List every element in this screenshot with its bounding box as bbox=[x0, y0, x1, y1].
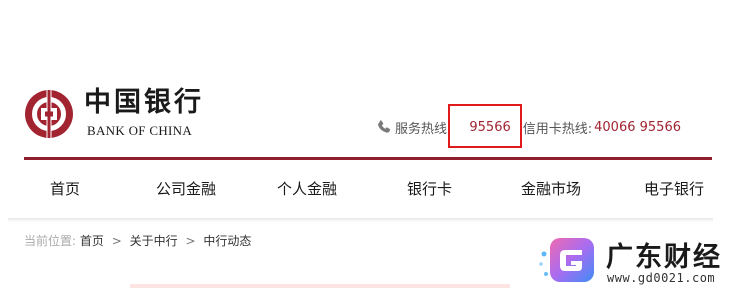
breadcrumb-prefix: 当前位置: bbox=[24, 234, 77, 248]
brand-name-en: BANK OF CHINA bbox=[87, 123, 193, 138]
hotlines: 服务热线: 95566 信用卡热线: 40066 95566 bbox=[376, 117, 681, 137]
watermark-url: www.gd0021.com bbox=[607, 271, 716, 285]
nav-item-personal-banking[interactable]: 个人金融 bbox=[277, 178, 337, 199]
content-top-stripe bbox=[130, 284, 510, 288]
bank-of-china-emblem-icon bbox=[25, 90, 73, 138]
breadcrumb-separator: > bbox=[111, 234, 122, 248]
watermark-name: 广东财经 bbox=[606, 242, 722, 273]
breadcrumb-item-about[interactable]: 关于中行 bbox=[130, 234, 178, 248]
watermark: 广东财经 www.gd0021.com bbox=[538, 232, 734, 288]
breadcrumb-item-news[interactable]: 中行动态 bbox=[203, 234, 251, 248]
phone-icon bbox=[378, 120, 391, 133]
breadcrumb-separator: > bbox=[185, 234, 196, 248]
nav-item-e-banking[interactable]: 电子银行 bbox=[644, 178, 704, 199]
service-hotline-label: 服务热线: bbox=[395, 121, 452, 137]
bank-logo[interactable]: 中国银行 BANK OF CHINA bbox=[24, 88, 214, 140]
breadcrumb-item-home[interactable]: 首页 bbox=[80, 234, 104, 248]
nav-item-home[interactable]: 首页 bbox=[50, 178, 80, 199]
brand-name-cn: 中国银行 bbox=[84, 87, 204, 118]
credit-hotline-number[interactable]: 40066 95566 bbox=[594, 120, 681, 135]
credit-hotline-label: 信用卡热线: bbox=[522, 121, 593, 137]
main-nav: 首页 公司金融 个人金融 银行卡 金融市场 电子银行 bbox=[24, 160, 712, 218]
breadcrumb: 当前位置: 首页 > 关于中行 > 中行动态 bbox=[24, 232, 251, 249]
nav-item-financial-markets[interactable]: 金融市场 bbox=[521, 178, 581, 199]
watermark-logo-icon bbox=[539, 238, 594, 282]
highlight-annotation-box bbox=[448, 104, 522, 148]
nav-item-bank-cards[interactable]: 银行卡 bbox=[407, 178, 452, 199]
nav-bottom-shadow bbox=[8, 218, 713, 222]
nav-item-corporate-banking[interactable]: 公司金融 bbox=[156, 178, 216, 199]
